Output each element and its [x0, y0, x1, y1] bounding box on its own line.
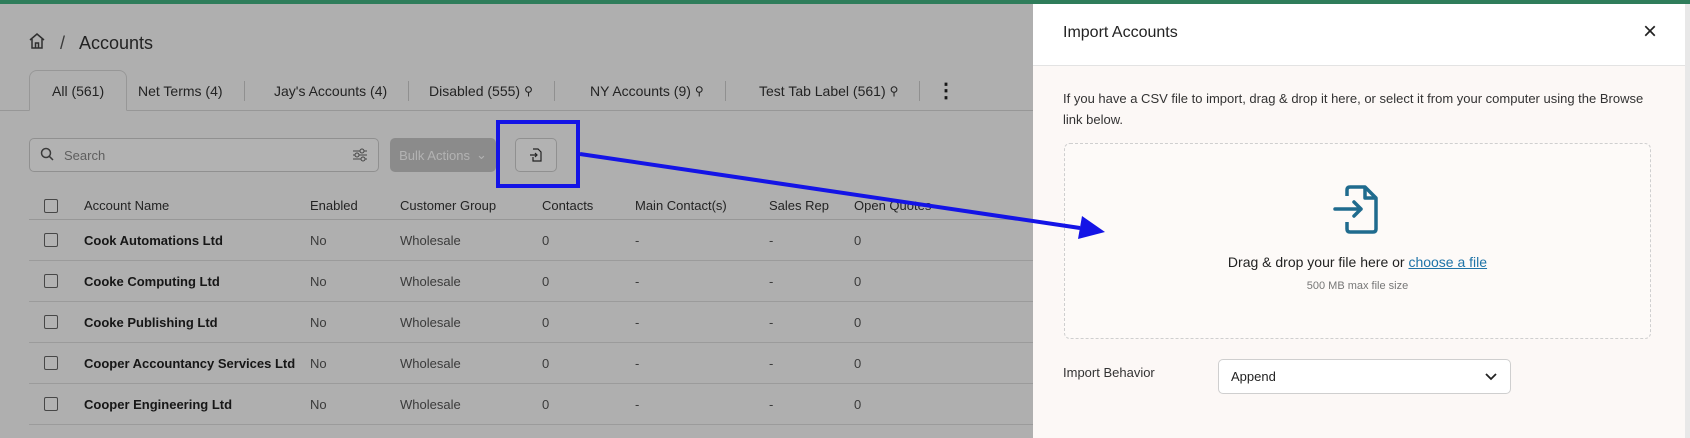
- modal-backdrop[interactable]: [0, 4, 1033, 438]
- close-icon[interactable]: ×: [1638, 20, 1662, 44]
- panel-title: Import Accounts: [1063, 24, 1178, 41]
- import-behavior-select[interactable]: Append: [1218, 359, 1511, 394]
- dropzone-text: Drag & drop your file here or choose a f…: [1065, 254, 1650, 270]
- max-file-size: 500 MB max file size: [1306, 280, 1409, 292]
- panel-header: Import Accounts ×: [1033, 4, 1685, 66]
- select-value: Append: [1231, 369, 1276, 384]
- choose-file-link[interactable]: choose a file: [1408, 254, 1487, 270]
- import-behavior-label: Import Behavior: [1063, 365, 1155, 380]
- file-import-icon: [1333, 185, 1378, 234]
- import-accounts-panel: Import Accounts × If you have a CSV file…: [1033, 4, 1690, 438]
- file-dropzone[interactable]: Drag & drop your file here or choose a f…: [1064, 143, 1651, 339]
- annotation-highlight-box: [496, 120, 580, 188]
- panel-scrollbar[interactable]: [1685, 4, 1690, 438]
- import-description: If you have a CSV file to import, drag &…: [1063, 91, 1644, 127]
- chevron-down-icon: [1485, 373, 1497, 381]
- drop-instruction: Drag & drop your file here or: [1227, 254, 1409, 270]
